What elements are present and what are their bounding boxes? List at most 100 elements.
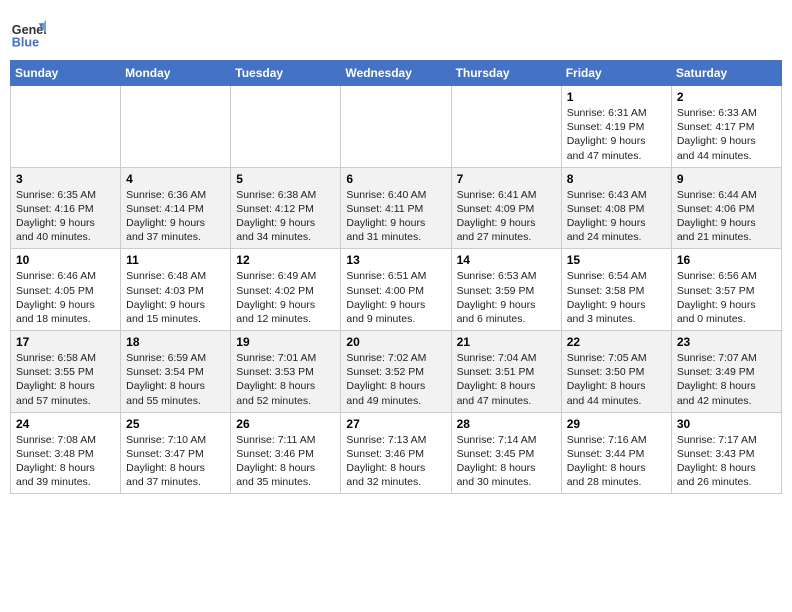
- calendar-cell: [11, 86, 121, 168]
- day-number: 8: [567, 172, 666, 186]
- day-info: Sunrise: 6:35 AMSunset: 4:16 PMDaylight:…: [16, 188, 115, 245]
- day-info: Sunrise: 6:59 AMSunset: 3:54 PMDaylight:…: [126, 351, 225, 408]
- calendar-cell: [341, 86, 451, 168]
- day-info: Sunrise: 6:38 AMSunset: 4:12 PMDaylight:…: [236, 188, 335, 245]
- day-info: Sunrise: 7:01 AMSunset: 3:53 PMDaylight:…: [236, 351, 335, 408]
- logo-icon: General Blue: [10, 16, 46, 52]
- day-number: 13: [346, 253, 445, 267]
- day-info: Sunrise: 7:02 AMSunset: 3:52 PMDaylight:…: [346, 351, 445, 408]
- day-number: 27: [346, 417, 445, 431]
- day-info: Sunrise: 6:43 AMSunset: 4:08 PMDaylight:…: [567, 188, 666, 245]
- day-number: 29: [567, 417, 666, 431]
- logo: General Blue: [10, 16, 52, 52]
- calendar-cell: 5 Sunrise: 6:38 AMSunset: 4:12 PMDaylight…: [231, 167, 341, 249]
- day-number: 12: [236, 253, 335, 267]
- calendar-cell: [121, 86, 231, 168]
- day-number: 24: [16, 417, 115, 431]
- calendar-cell: 23Sunrise: 7:07 AMSunset: 3:49 PMDayligh…: [671, 331, 781, 413]
- day-number: 11: [126, 253, 225, 267]
- page-header: General Blue: [10, 10, 782, 52]
- calendar-cell: 20 Sunrise: 7:02 AMSunset: 3:52 PMDayligh…: [341, 331, 451, 413]
- calendar-cell: 10 Sunrise: 6:46 AMSunset: 4:05 PMDayligh…: [11, 249, 121, 331]
- calendar-cell: 14 Sunrise: 6:53 AMSunset: 3:59 PMDayligh…: [451, 249, 561, 331]
- calendar-cell: [451, 86, 561, 168]
- calendar-week-4: 17 Sunrise: 6:58 AMSunset: 3:55 PMDayligh…: [11, 331, 782, 413]
- day-info: Sunrise: 6:31 AMSunset: 4:19 PMDaylight:…: [567, 106, 666, 163]
- day-info: Sunrise: 7:17 AMSunset: 3:43 PMDaylight:…: [677, 433, 776, 490]
- day-number: 15: [567, 253, 666, 267]
- calendar-cell: 8 Sunrise: 6:43 AMSunset: 4:08 PMDaylight…: [561, 167, 671, 249]
- weekday-header-tuesday: Tuesday: [231, 61, 341, 86]
- day-info: Sunrise: 6:44 AMSunset: 4:06 PMDaylight:…: [677, 188, 776, 245]
- calendar-cell: 26 Sunrise: 7:11 AMSunset: 3:46 PMDayligh…: [231, 412, 341, 494]
- calendar-cell: 16 Sunrise: 6:56 AMSunset: 3:57 PMDayligh…: [671, 249, 781, 331]
- calendar-cell: 17 Sunrise: 6:58 AMSunset: 3:55 PMDayligh…: [11, 331, 121, 413]
- weekday-header-sunday: Sunday: [11, 61, 121, 86]
- day-info: Sunrise: 6:58 AMSunset: 3:55 PMDaylight:…: [16, 351, 115, 408]
- day-number: 5: [236, 172, 335, 186]
- day-number: 3: [16, 172, 115, 186]
- day-number: 18: [126, 335, 225, 349]
- day-info: Sunrise: 7:16 AMSunset: 3:44 PMDaylight:…: [567, 433, 666, 490]
- calendar-cell: 12 Sunrise: 6:49 AMSunset: 4:02 PMDayligh…: [231, 249, 341, 331]
- day-info: Sunrise: 7:08 AMSunset: 3:48 PMDaylight:…: [16, 433, 115, 490]
- calendar-cell: 9Sunrise: 6:44 AMSunset: 4:06 PMDaylight…: [671, 167, 781, 249]
- day-number: 19: [236, 335, 335, 349]
- calendar-week-5: 24 Sunrise: 7:08 AMSunset: 3:48 PMDayligh…: [11, 412, 782, 494]
- day-number: 10: [16, 253, 115, 267]
- day-info: Sunrise: 6:49 AMSunset: 4:02 PMDaylight:…: [236, 269, 335, 326]
- calendar-cell: 24 Sunrise: 7:08 AMSunset: 3:48 PMDayligh…: [11, 412, 121, 494]
- calendar-cell: 13Sunrise: 6:51 AMSunset: 4:00 PMDayligh…: [341, 249, 451, 331]
- day-info: Sunrise: 6:33 AMSunset: 4:17 PMDaylight:…: [677, 106, 776, 163]
- day-number: 28: [457, 417, 556, 431]
- day-info: Sunrise: 6:54 AMSunset: 3:58 PMDaylight:…: [567, 269, 666, 326]
- day-number: 25: [126, 417, 225, 431]
- weekday-header-friday: Friday: [561, 61, 671, 86]
- day-number: 17: [16, 335, 115, 349]
- day-number: 16: [677, 253, 776, 267]
- day-number: 2: [677, 90, 776, 104]
- day-info: Sunrise: 6:41 AMSunset: 4:09 PMDaylight:…: [457, 188, 556, 245]
- day-number: 4: [126, 172, 225, 186]
- calendar-cell: 21Sunrise: 7:04 AMSunset: 3:51 PMDayligh…: [451, 331, 561, 413]
- calendar-cell: 22 Sunrise: 7:05 AMSunset: 3:50 PMDayligh…: [561, 331, 671, 413]
- calendar-cell: 2 Sunrise: 6:33 AMSunset: 4:17 PMDaylight…: [671, 86, 781, 168]
- day-number: 7: [457, 172, 556, 186]
- calendar-cell: 19 Sunrise: 7:01 AMSunset: 3:53 PMDayligh…: [231, 331, 341, 413]
- calendar-cell: 25 Sunrise: 7:10 AMSunset: 3:47 PMDayligh…: [121, 412, 231, 494]
- calendar-header: SundayMondayTuesdayWednesdayThursdayFrid…: [11, 61, 782, 86]
- day-info: Sunrise: 7:07 AMSunset: 3:49 PMDaylight:…: [677, 351, 776, 408]
- day-info: Sunrise: 7:11 AMSunset: 3:46 PMDaylight:…: [236, 433, 335, 490]
- calendar-table: SundayMondayTuesdayWednesdayThursdayFrid…: [10, 60, 782, 494]
- weekday-header-thursday: Thursday: [451, 61, 561, 86]
- day-number: 20: [346, 335, 445, 349]
- calendar-cell: 11Sunrise: 6:48 AMSunset: 4:03 PMDayligh…: [121, 249, 231, 331]
- calendar-week-3: 10 Sunrise: 6:46 AMSunset: 4:05 PMDayligh…: [11, 249, 782, 331]
- calendar-body: 1 Sunrise: 6:31 AMSunset: 4:19 PMDaylight…: [11, 86, 782, 494]
- day-number: 30: [677, 417, 776, 431]
- calendar-cell: 7 Sunrise: 6:41 AMSunset: 4:09 PMDaylight…: [451, 167, 561, 249]
- day-info: Sunrise: 6:46 AMSunset: 4:05 PMDaylight:…: [16, 269, 115, 326]
- weekday-header-wednesday: Wednesday: [341, 61, 451, 86]
- day-info: Sunrise: 6:56 AMSunset: 3:57 PMDaylight:…: [677, 269, 776, 326]
- calendar-cell: 28Sunrise: 7:14 AMSunset: 3:45 PMDayligh…: [451, 412, 561, 494]
- calendar-cell: 29 Sunrise: 7:16 AMSunset: 3:44 PMDayligh…: [561, 412, 671, 494]
- day-info: Sunrise: 7:13 AMSunset: 3:46 PMDaylight:…: [346, 433, 445, 490]
- calendar-week-2: 3 Sunrise: 6:35 AMSunset: 4:16 PMDaylight…: [11, 167, 782, 249]
- svg-text:Blue: Blue: [12, 36, 39, 50]
- calendar-cell: 15 Sunrise: 6:54 AMSunset: 3:58 PMDayligh…: [561, 249, 671, 331]
- day-number: 22: [567, 335, 666, 349]
- weekday-header-row: SundayMondayTuesdayWednesdayThursdayFrid…: [11, 61, 782, 86]
- weekday-header-monday: Monday: [121, 61, 231, 86]
- day-info: Sunrise: 6:53 AMSunset: 3:59 PMDaylight:…: [457, 269, 556, 326]
- calendar-cell: 1 Sunrise: 6:31 AMSunset: 4:19 PMDaylight…: [561, 86, 671, 168]
- day-number: 26: [236, 417, 335, 431]
- day-number: 1: [567, 90, 666, 104]
- calendar-cell: 6Sunrise: 6:40 AMSunset: 4:11 PMDaylight…: [341, 167, 451, 249]
- day-info: Sunrise: 6:40 AMSunset: 4:11 PMDaylight:…: [346, 188, 445, 245]
- day-info: Sunrise: 7:10 AMSunset: 3:47 PMDaylight:…: [126, 433, 225, 490]
- day-number: 14: [457, 253, 556, 267]
- day-info: Sunrise: 6:36 AMSunset: 4:14 PMDaylight:…: [126, 188, 225, 245]
- day-info: Sunrise: 7:05 AMSunset: 3:50 PMDaylight:…: [567, 351, 666, 408]
- calendar-cell: [231, 86, 341, 168]
